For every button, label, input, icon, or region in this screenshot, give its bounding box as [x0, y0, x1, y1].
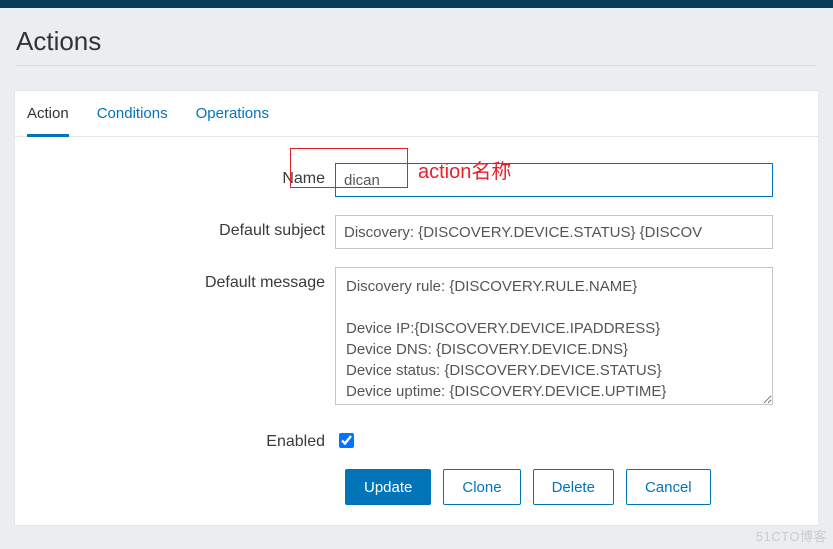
page-header: Actions: [0, 8, 833, 80]
label-default-subject: Default subject: [35, 215, 335, 240]
name-input[interactable]: [335, 163, 773, 197]
tab-bar: Action Conditions Operations: [15, 91, 818, 137]
top-nav-bar: [0, 0, 833, 8]
enabled-checkbox[interactable]: [339, 433, 354, 448]
row-enabled: Enabled: [35, 426, 798, 451]
clone-button[interactable]: Clone: [443, 469, 520, 505]
label-enabled: Enabled: [35, 426, 335, 451]
button-row: Update Clone Delete Cancel: [345, 469, 798, 505]
page-title: Actions: [16, 26, 817, 57]
cancel-button[interactable]: Cancel: [626, 469, 711, 505]
header-divider: [16, 65, 817, 66]
default-message-textarea[interactable]: [335, 267, 773, 405]
watermark-text: 51CTO博客: [756, 526, 827, 545]
tab-conditions[interactable]: Conditions: [97, 105, 168, 137]
delete-button[interactable]: Delete: [533, 469, 614, 505]
form-card: Action Conditions Operations Name Defaul…: [14, 90, 819, 526]
row-default-message: Default message: [35, 267, 798, 408]
tab-operations[interactable]: Operations: [196, 105, 269, 137]
label-name: Name: [35, 163, 335, 188]
default-subject-input[interactable]: [335, 215, 773, 249]
label-default-message: Default message: [35, 267, 335, 292]
update-button[interactable]: Update: [345, 469, 431, 505]
row-name: Name: [35, 163, 798, 197]
row-default-subject: Default subject: [35, 215, 798, 249]
tab-action[interactable]: Action: [27, 105, 69, 137]
action-form: Name Default subject Default message Ena…: [15, 137, 818, 525]
